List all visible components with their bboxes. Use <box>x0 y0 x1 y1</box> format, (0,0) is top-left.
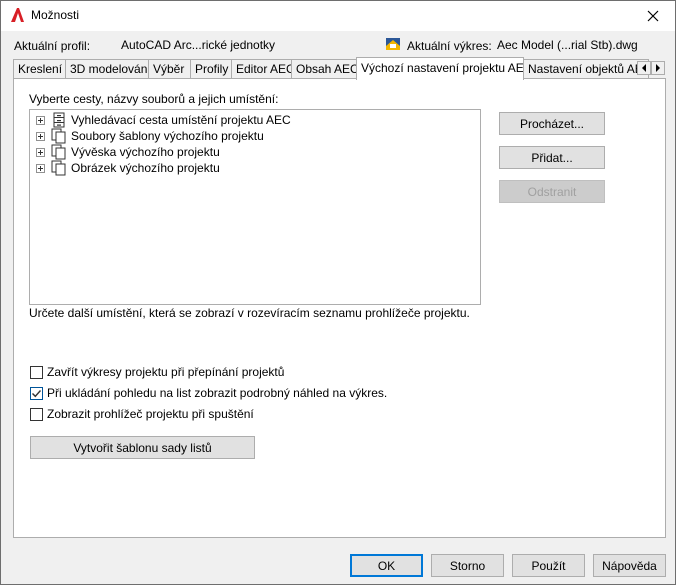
description-box: Určete další umístění, která se zobrazí … <box>29 305 481 347</box>
documents-icon <box>51 160 66 176</box>
drawing-label: Aktuální výkres: <box>407 39 492 53</box>
tree-item-template-files[interactable]: Soubory šablony výchozího projektu <box>36 128 264 144</box>
description-text: Určete další umístění, která se zobrazí … <box>29 306 470 320</box>
title-bar: Možnosti <box>1 1 675 31</box>
profile-label: Aktuální profil: <box>14 39 91 53</box>
tab-selection[interactable]: Výběr <box>148 59 191 79</box>
apply-button[interactable]: Použít <box>512 554 585 577</box>
close-icon <box>647 10 659 22</box>
help-button[interactable]: Nápověda <box>593 554 666 577</box>
tree-item-search-path[interactable]: Vyhledávací cesta umístění projektu AEC <box>36 112 291 128</box>
expand-icon[interactable] <box>36 131 45 141</box>
show-browser-checkbox[interactable] <box>30 407 43 421</box>
checkbox-label: Zobrazit prohlížeč projektu při spuštění <box>47 407 254 421</box>
options-dialog: Možnosti Aktuální profil: AutoCAD Arc...… <box>0 0 676 585</box>
checkmark-icon <box>32 389 42 397</box>
tab-profiles[interactable]: Profily <box>190 59 232 79</box>
close-button[interactable] <box>631 1 675 31</box>
ok-button[interactable]: OK <box>350 554 423 577</box>
file-cabinet-icon <box>53 112 65 128</box>
browse-button[interactable]: Procházet... <box>499 112 605 135</box>
cancel-button[interactable]: Storno <box>431 554 504 577</box>
documents-icon <box>51 128 66 144</box>
tab-drafting[interactable]: Kreslení <box>13 59 66 79</box>
tab-scroll-right-button[interactable] <box>651 61 665 75</box>
tab-aec-project-defaults[interactable]: Výchozí nastavení projektu AEC <box>356 57 524 80</box>
remove-button[interactable]: Odstranit <box>499 180 605 203</box>
create-sheet-set-template-button[interactable]: Vytvořit šablonu sady listů <box>30 436 255 459</box>
drawing-value: Aec Model (...rial Stb).dwg <box>497 38 638 52</box>
expand-icon[interactable] <box>36 163 45 173</box>
path-tree[interactable]: Vyhledávací cesta umístění projektu AEC … <box>29 109 481 305</box>
tree-item-label: Soubory šablony výchozího projektu <box>71 129 264 143</box>
tree-item-project-image[interactable]: Obrázek výchozího projektu <box>36 160 220 176</box>
arrow-left-icon <box>642 64 646 72</box>
tab-aec-editor[interactable]: Editor AEC <box>231 59 292 79</box>
tree-item-label: Obrázek výchozího projektu <box>71 161 220 175</box>
expand-icon[interactable] <box>36 115 45 125</box>
tab-aec-object-settings[interactable]: Nastavení objektů AEC <box>523 59 649 79</box>
tab-scroll-left-button[interactable] <box>637 61 651 75</box>
detail-preview-option[interactable]: Při ukládání pohledu na list zobrazit po… <box>30 385 387 401</box>
checkbox-label: Zavřít výkresy projektu při přepínání pr… <box>47 365 285 379</box>
tree-label: Vyberte cesty, názvy souborů a jejich um… <box>29 92 279 106</box>
tab-3d-modeling[interactable]: 3D modelování <box>65 59 149 79</box>
autocad-logo-icon <box>11 8 24 22</box>
arrow-right-icon <box>656 64 660 72</box>
detail-preview-checkbox[interactable] <box>30 386 43 400</box>
tree-item-label: Vývěska výchozího projektu <box>71 145 220 159</box>
documents-icon <box>51 144 66 160</box>
profile-value: AutoCAD Arc...rické jednotky <box>121 38 276 52</box>
checkbox-label: Při ukládání pohledu na list zobrazit po… <box>47 386 388 400</box>
close-drawings-checkbox[interactable] <box>30 365 43 379</box>
drawing-icon <box>386 38 400 50</box>
close-drawings-option[interactable]: Zavřít výkresy projektu při přepínání pr… <box>30 364 284 380</box>
add-button[interactable]: Přidat... <box>499 146 605 169</box>
expand-icon[interactable] <box>36 147 45 157</box>
window-title: Možnosti <box>31 8 80 22</box>
tab-aec-content[interactable]: Obsah AEC <box>291 59 357 79</box>
show-browser-option[interactable]: Zobrazit prohlížeč projektu při spuštění <box>30 406 254 422</box>
tree-item-label: Vyhledávací cesta umístění projektu AEC <box>71 113 291 127</box>
tree-item-bulletin-board[interactable]: Vývěska výchozího projektu <box>36 144 220 160</box>
